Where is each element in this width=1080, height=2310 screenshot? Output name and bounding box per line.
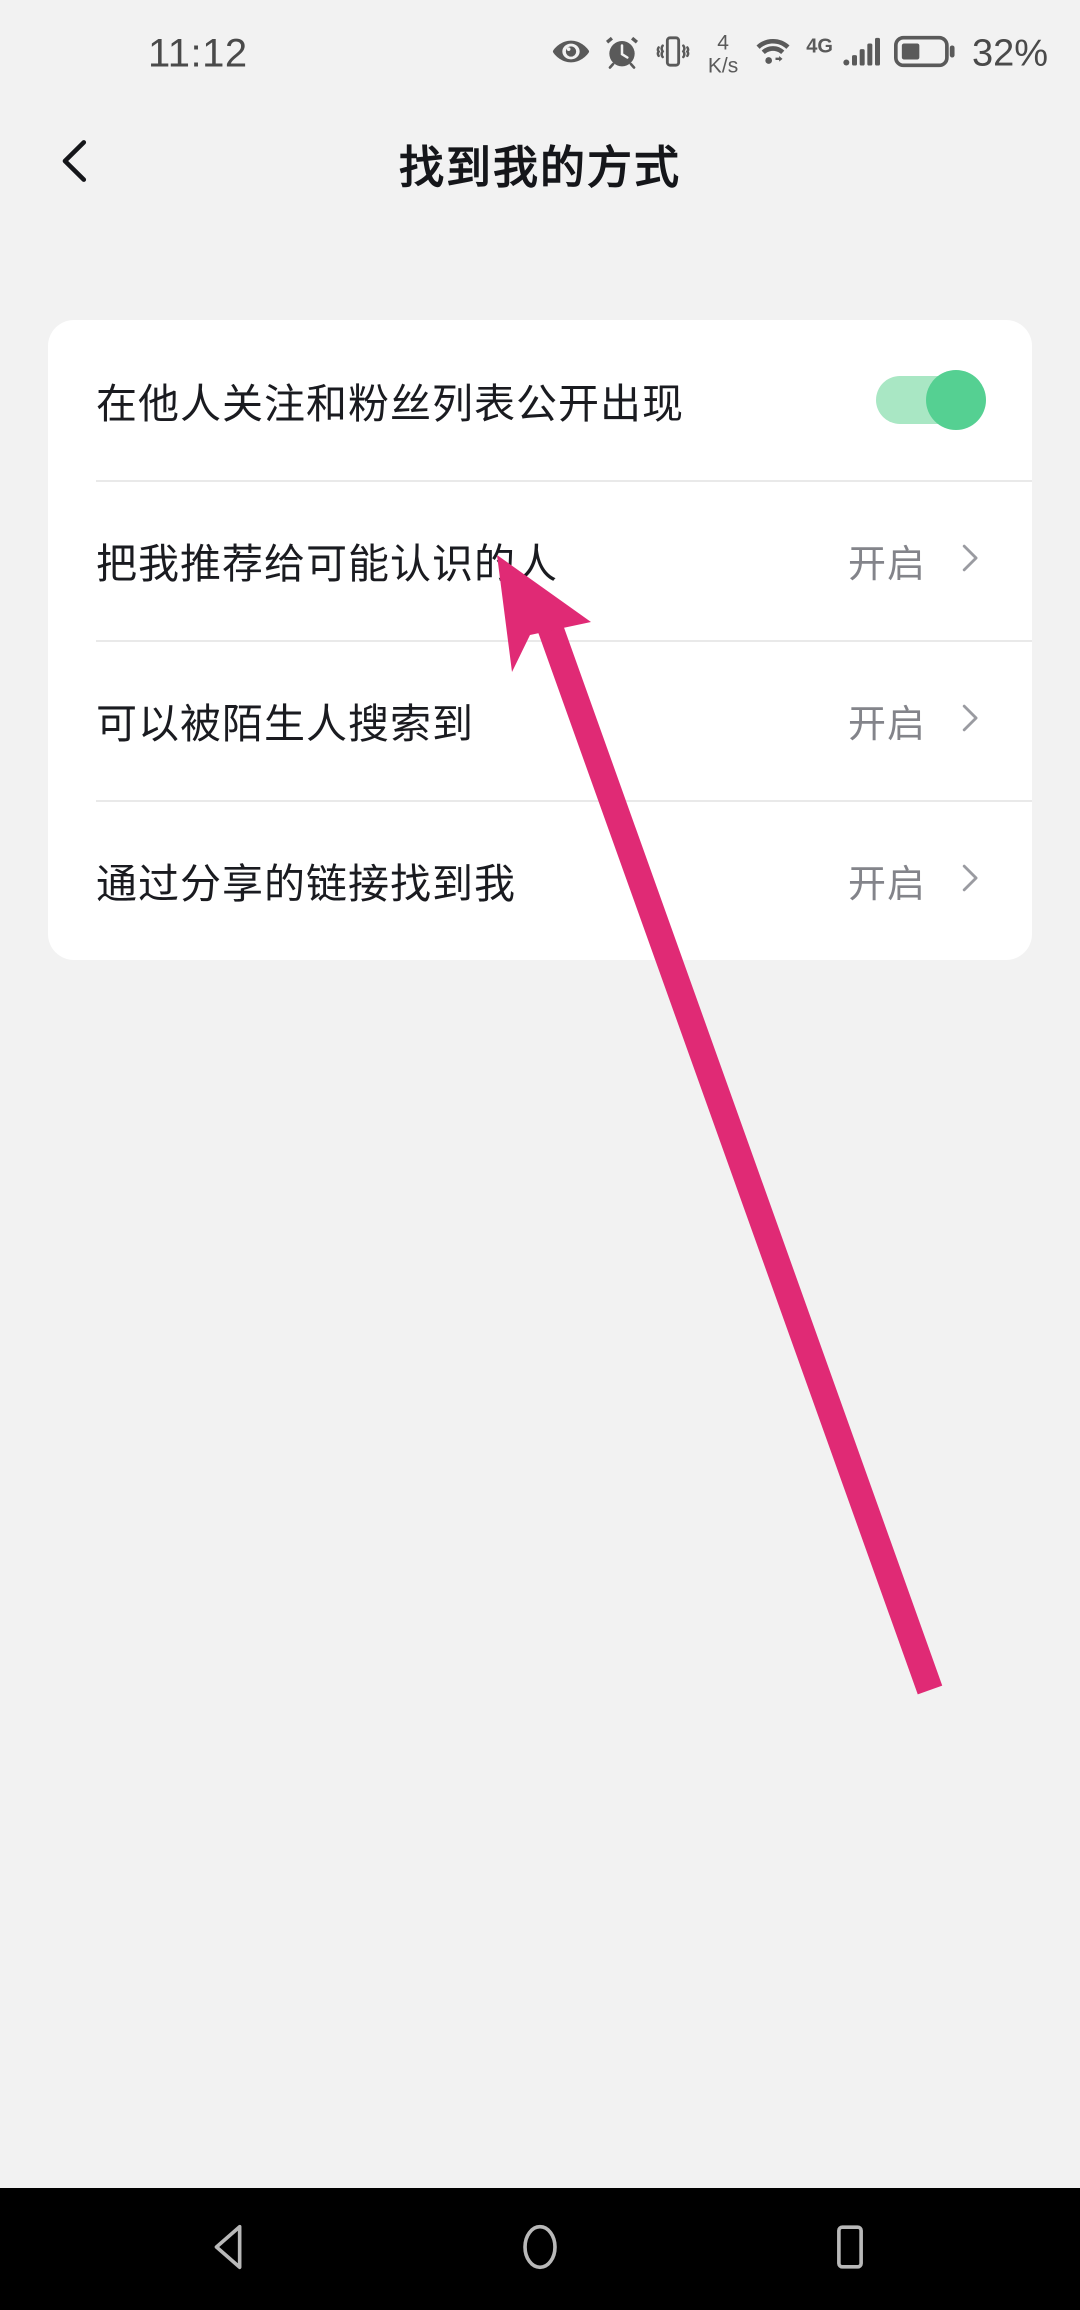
nav-back-button[interactable] <box>175 2194 285 2304</box>
setting-control: 开启 <box>848 693 986 748</box>
system-navigation-bar <box>0 2188 1080 2310</box>
content-area: 在他人关注和粉丝列表公开出现 把我推荐给可能认识的人 开启 可以被陌生人搜索到 … <box>0 218 1080 2188</box>
toggle-knob <box>926 370 986 430</box>
setting-row-public-follow-list[interactable]: 在他人关注和粉丝列表公开出现 <box>48 320 1032 480</box>
setting-label: 通过分享的链接找到我 <box>96 861 516 907</box>
setting-value: 开启 <box>847 543 926 586</box>
setting-value: 开启 <box>847 703 926 746</box>
setting-label: 可以被陌生人搜索到 <box>96 701 474 747</box>
battery-icon <box>893 33 956 76</box>
network-speed-value: 4 <box>717 31 729 54</box>
toggle-public-follow-list[interactable] <box>876 370 986 430</box>
back-chevron-icon <box>50 135 102 192</box>
battery-percent-label: 32% <box>971 32 1048 75</box>
home-circle-icon <box>511 2218 569 2281</box>
settings-card: 在他人关注和粉丝列表公开出现 把我推荐给可能认识的人 开启 可以被陌生人搜索到 … <box>48 320 1032 960</box>
phone-screen: 11:12 4 K/s 4G 32% 找到我的方式 在他人关注和粉丝列表公开出现… <box>0 0 1080 2310</box>
setting-control <box>876 370 986 430</box>
back-button[interactable] <box>34 121 118 205</box>
back-triangle-icon <box>201 2218 259 2281</box>
setting-row-recommend-to-acquaintances[interactable]: 把我推荐给可能认识的人 开启 <box>48 480 1032 640</box>
page-title: 找到我的方式 <box>398 141 681 193</box>
setting-control: 开启 <box>848 533 986 588</box>
eye-comfort-icon <box>551 32 591 77</box>
alarm-clock-icon <box>602 32 642 77</box>
network-generation-label: 4G <box>806 35 833 58</box>
chevron-right-icon <box>952 541 986 580</box>
setting-label: 在他人关注和粉丝列表公开出现 <box>96 381 684 427</box>
nav-recents-button[interactable] <box>795 2194 905 2304</box>
setting-row-searchable-by-strangers[interactable]: 可以被陌生人搜索到 开启 <box>48 640 1032 800</box>
setting-row-find-me-via-shared-link[interactable]: 通过分享的链接找到我 开启 <box>48 800 1032 960</box>
signal-bars-icon <box>841 32 883 77</box>
recents-square-icon <box>821 2218 879 2281</box>
network-speed-unit: K/s <box>707 54 739 77</box>
chevron-right-icon <box>952 861 986 900</box>
nav-home-button[interactable] <box>485 2194 595 2304</box>
vibrate-icon <box>653 32 693 77</box>
chevron-right-icon <box>952 701 986 740</box>
network-speed-indicator: 4 K/s <box>708 32 738 76</box>
status-time: 11:12 <box>148 31 248 76</box>
setting-value: 开启 <box>847 863 926 906</box>
status-icons-group: 4 K/s 4G 32% <box>551 32 1048 77</box>
wifi-icon <box>751 32 795 77</box>
status-bar: 11:12 4 K/s 4G 32% <box>0 0 1080 108</box>
setting-label: 把我推荐给可能认识的人 <box>96 541 558 587</box>
app-header: 找到我的方式 <box>0 108 1080 218</box>
setting-control: 开启 <box>848 853 986 908</box>
